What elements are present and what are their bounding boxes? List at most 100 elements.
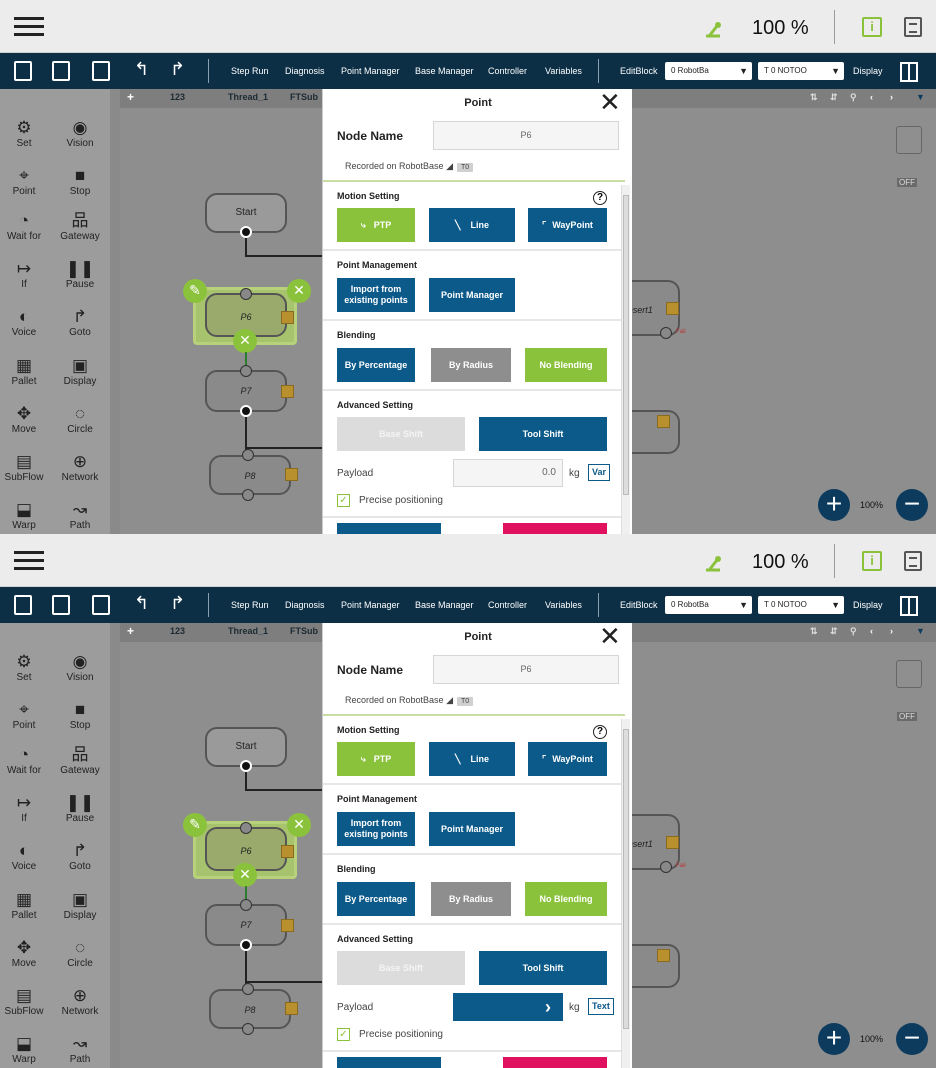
delete-node-icon[interactable]: ✕ xyxy=(287,813,311,837)
variables-button[interactable]: Variables xyxy=(545,53,582,89)
by-radius-button[interactable]: By Radius xyxy=(431,348,511,382)
toggle-switch[interactable]: OFF xyxy=(897,712,917,721)
palette-item-gateway[interactable]: 品 Gateway xyxy=(56,211,104,242)
save-file-icon[interactable] xyxy=(52,61,70,81)
display-panel-icon[interactable] xyxy=(900,62,918,82)
prev-icon[interactable]: ‹ xyxy=(870,626,873,636)
palette-item-if[interactable]: ↦ If xyxy=(0,259,48,290)
speed-percentage[interactable]: 100 % xyxy=(752,17,809,40)
ptp-button[interactable]: ⤷ PTP xyxy=(337,742,415,776)
layout-icon[interactable] xyxy=(896,660,922,688)
close-icon[interactable]: ✕ xyxy=(599,621,621,651)
palette-item-set[interactable]: ⚙ Set xyxy=(0,652,48,683)
palette-item-warp[interactable]: ⬓ Warp xyxy=(0,500,48,531)
redo-icon[interactable]: ↱ xyxy=(170,59,185,80)
log-icon[interactable] xyxy=(904,17,922,37)
sort-az-icon[interactable]: ⇅ xyxy=(810,626,818,637)
precise-positioning-checkbox[interactable]: ✓ xyxy=(337,494,350,507)
waypoint-button[interactable]: ⌜ WayPoint xyxy=(528,742,607,776)
diagnosis-button[interactable]: Diagnosis xyxy=(285,53,325,89)
by-percentage-button[interactable]: By Percentage xyxy=(337,882,415,916)
palette-item-set[interactable]: ⚙ Set xyxy=(0,118,48,149)
open-file-icon[interactable] xyxy=(92,61,110,81)
no-blending-button[interactable]: No Blending xyxy=(525,348,607,382)
palette-item-wait-for[interactable]: ◔ Wait for xyxy=(0,745,48,776)
palette-item-path[interactable]: ↝ Path xyxy=(56,500,104,531)
base-select[interactable]: 0 RobotBa ▼ xyxy=(665,62,752,80)
dialog-scrollbar[interactable] xyxy=(621,719,630,1068)
step-run-button[interactable]: Step Run xyxy=(231,53,269,89)
palette-item-goto[interactable]: ↱ Goto xyxy=(56,841,104,872)
node-name-field[interactable]: P6 xyxy=(433,655,619,684)
speed-percentage[interactable]: 100 % xyxy=(752,551,809,574)
line-button[interactable]: ╲ Line xyxy=(429,208,515,242)
step-run-button[interactable]: Step Run xyxy=(231,587,269,623)
import-points-button[interactable]: Import from existing points xyxy=(337,812,415,846)
sort-za-icon[interactable]: ⇵ xyxy=(830,92,838,103)
tab-thread-1[interactable]: Thread_1 xyxy=(228,626,268,636)
cancel-button[interactable] xyxy=(503,523,607,534)
variables-button[interactable]: Variables xyxy=(545,587,582,623)
palette-item-voice[interactable]: ◐ Voice xyxy=(0,307,48,338)
point-manager-button[interactable]: Point Manager xyxy=(341,587,400,623)
palette-item-pause[interactable]: ❚❚ Pause xyxy=(56,259,104,290)
new-file-icon[interactable] xyxy=(14,61,32,81)
by-radius-button[interactable]: By Radius xyxy=(431,882,511,916)
base-shift-button[interactable]: Base Shift xyxy=(337,417,465,451)
confirm-button[interactable] xyxy=(337,523,441,534)
save-file-icon[interactable] xyxy=(52,595,70,615)
info-icon[interactable]: i xyxy=(862,17,882,37)
cancel-button[interactable] xyxy=(503,1057,607,1068)
palette-item-vision[interactable]: ◉ Vision xyxy=(56,118,104,149)
palette-item-subflow[interactable]: ▤ SubFlow xyxy=(0,452,48,483)
edit-block-button[interactable]: EditBlock xyxy=(620,587,658,623)
palette-item-stop[interactable]: ■ Stop xyxy=(56,700,104,731)
payload-field[interactable]: 0.0 xyxy=(453,459,563,487)
palette-scrollbar[interactable] xyxy=(110,89,120,534)
base-shift-button[interactable]: Base Shift xyxy=(337,951,465,985)
palette-item-if[interactable]: ↦ If xyxy=(0,793,48,824)
by-percentage-button[interactable]: By Percentage xyxy=(337,348,415,382)
palette-item-pause[interactable]: ❚❚ Pause xyxy=(56,793,104,824)
chevron-down-icon[interactable]: ▼ xyxy=(916,626,925,636)
layout-icon[interactable] xyxy=(896,126,922,154)
palette-scrollbar[interactable] xyxy=(110,623,120,1068)
point-manager-dialog-button[interactable]: Point Manager xyxy=(429,812,515,846)
remove-connection-icon[interactable]: ✕ xyxy=(233,863,257,887)
new-file-icon[interactable] xyxy=(14,595,32,615)
hamburger-menu-icon[interactable] xyxy=(14,12,44,40)
tab-123[interactable]: 123 xyxy=(170,626,185,636)
hamburger-menu-icon[interactable] xyxy=(14,546,44,574)
tool-shift-button[interactable]: Tool Shift xyxy=(479,417,607,451)
palette-item-warp[interactable]: ⬓ Warp xyxy=(0,1034,48,1065)
controller-button[interactable]: Controller xyxy=(488,53,527,89)
palette-item-display[interactable]: ▣ Display xyxy=(56,356,104,387)
ptp-button[interactable]: ⤷ PTP xyxy=(337,208,415,242)
open-file-icon[interactable] xyxy=(92,595,110,615)
palette-item-network[interactable]: ⊕ Network xyxy=(56,986,104,1017)
confirm-button[interactable] xyxy=(337,1057,441,1068)
palette-item-move[interactable]: ✥ Move xyxy=(0,404,48,435)
payload-variable-button[interactable]: › xyxy=(453,993,563,1021)
node-name-field[interactable]: P6 xyxy=(433,121,619,150)
diagnosis-button[interactable]: Diagnosis xyxy=(285,587,325,623)
zoom-out-icon[interactable]: − xyxy=(896,1023,928,1055)
palette-item-pallet[interactable]: ▦ Pallet xyxy=(0,356,48,387)
next-icon[interactable]: › xyxy=(890,626,893,636)
palette-item-path[interactable]: ↝ Path xyxy=(56,1034,104,1065)
undo-icon[interactable]: ↰ xyxy=(134,59,149,80)
palette-item-point[interactable]: ⌖ Point xyxy=(0,700,48,731)
tool-select[interactable]: T 0 NOTOO ▼ xyxy=(758,62,844,80)
import-points-button[interactable]: Import from existing points xyxy=(337,278,415,312)
undo-icon[interactable]: ↰ xyxy=(134,593,149,614)
waypoint-button[interactable]: ⌜ WayPoint xyxy=(528,208,607,242)
palette-item-wait-for[interactable]: ◔ Wait for xyxy=(0,211,48,242)
close-icon[interactable]: ✕ xyxy=(599,87,621,117)
search-icon[interactable]: ⚲ xyxy=(850,626,857,637)
help-icon[interactable]: ? xyxy=(593,725,607,739)
zoom-in-icon[interactable]: + xyxy=(818,1023,850,1055)
prev-icon[interactable]: ‹ xyxy=(870,92,873,102)
base-manager-button[interactable]: Base Manager xyxy=(415,53,474,89)
base-select[interactable]: 0 RobotBa ▼ xyxy=(665,596,752,614)
palette-item-circle[interactable]: ◌ Circle xyxy=(56,938,104,969)
